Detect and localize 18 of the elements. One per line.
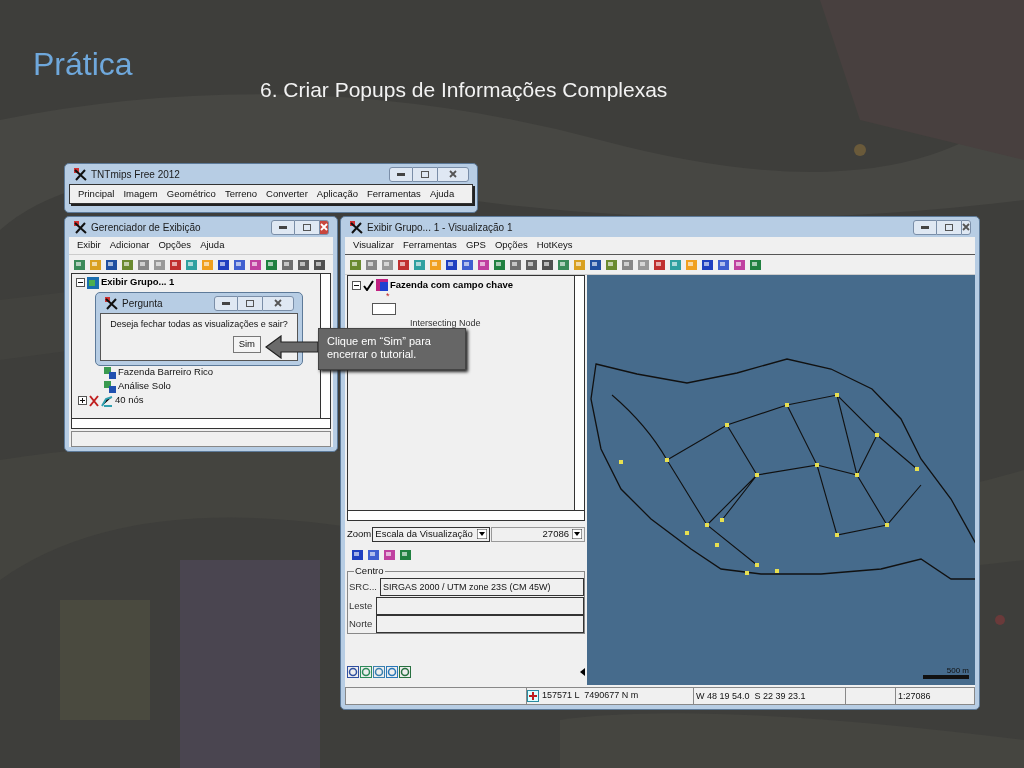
- node-marker: *: [386, 292, 390, 301]
- scale-bar-label: 500 m: [946, 666, 969, 675]
- zoom-label: Zoom: [347, 526, 372, 541]
- field-label: Leste: [348, 598, 374, 613]
- window-title: TNTmips Free 2012: [91, 167, 180, 182]
- dialog-message: Deseja fechar todas as visualizações e sair?: [110, 318, 288, 331]
- latlon-text: W 48 19 54.0 S 22 39 23.1: [693, 688, 845, 704]
- coordinates-text: 157571 L 7490677 N m: [542, 689, 639, 703]
- scale-text: 1:27086: [895, 688, 953, 704]
- slide-subtitle: 6. Criar Popups de Informações Complexas: [260, 77, 668, 103]
- slide-title: Prática: [33, 45, 133, 84]
- group-label: Centro: [354, 565, 385, 577]
- field-label: Norte: [348, 616, 374, 631]
- legend-label: Intersecting Node: [410, 317, 481, 330]
- window-title: Pergunta: [122, 296, 163, 311]
- callout-tooltip: Clique em “Sim” para encerrar o tutorial.: [318, 328, 466, 370]
- window-title: Exibir Grupo... 1 - Visualização 1: [367, 220, 513, 235]
- window-title: Gerenciador de Exibição: [91, 220, 201, 235]
